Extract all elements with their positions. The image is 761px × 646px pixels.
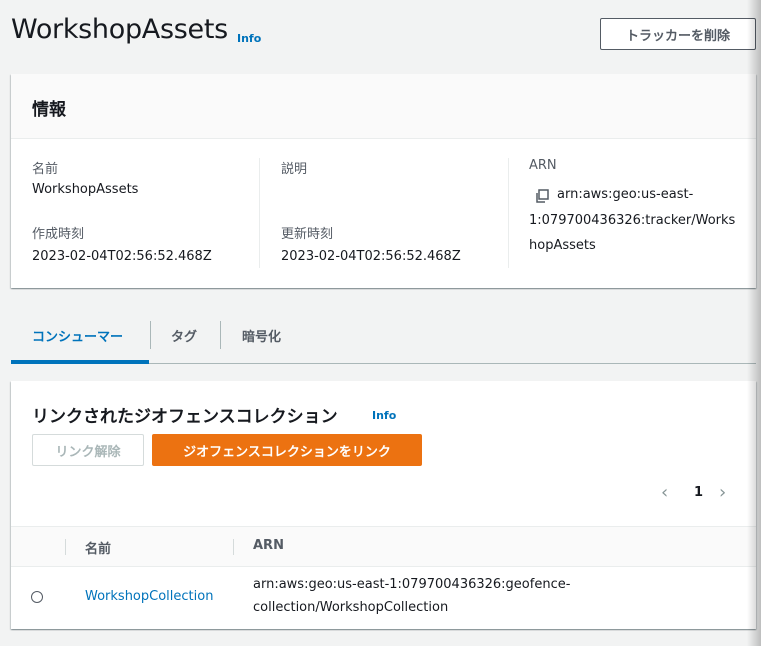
title-info-link[interactable]: Info [237,32,261,45]
column-separator [233,539,234,555]
tab-separator [150,321,151,349]
collection-name-link[interactable]: WorkshopCollection [85,589,213,604]
info-panel: 情報 名前 WorkshopAssets 作成時刻 2023-02-04T02:… [11,74,756,288]
name-value: WorkshopAssets [32,182,139,197]
pagination-page[interactable]: 1 [694,485,703,500]
tab-encryption[interactable]: 暗号化 [242,326,281,345]
link-collection-button[interactable]: ジオフェンスコレクションをリンク [152,434,422,466]
column-header-arn[interactable]: ARN [253,538,284,553]
copy-icon[interactable] [534,188,550,204]
section-title: リンクされたジオフェンスコレクション [32,407,338,427]
linked-collections-panel: リンクされたジオフェンスコレクション Info リンク解除 ジオフェンスコレクシ… [11,381,756,629]
column-separator [65,539,66,555]
page-title: WorkshopAssets [11,14,228,45]
table-header: 名前 ARN [11,526,756,567]
arn-label: ARN [529,158,557,173]
created-label: 作成時刻 [32,227,85,242]
column-divider [259,158,260,268]
chevron-right-icon[interactable]: › [719,482,726,503]
column-divider [508,158,509,268]
name-label: 名前 [32,162,59,177]
collection-arn-line: collection/WorkshopCollection [253,600,449,615]
collection-arn-line: arn:aws:geo:us-east-1:079700436326:geofe… [253,577,571,592]
radio-icon[interactable] [31,591,43,603]
tab-separator [220,321,221,349]
active-tab-indicator [11,360,149,364]
info-panel-title: 情報 [32,100,66,120]
section-info-link[interactable]: Info [372,409,396,422]
description-label: 説明 [281,162,308,177]
arn-value-line: 1:079700436326:tracker/Works [529,213,736,228]
delete-tracker-button[interactable]: トラッカーを削除 [600,18,756,50]
updated-label: 更新時刻 [281,227,334,242]
updated-value: 2023-02-04T02:56:52.468Z [281,249,461,264]
tab-tags[interactable]: タグ [171,326,197,345]
chevron-left-icon[interactable]: ‹ [661,482,668,503]
arn-value-line: hopAssets [529,238,596,253]
arn-value-line: arn:aws:geo:us-east- [557,187,694,202]
tab-consumers[interactable]: コンシューマー [32,326,123,345]
info-panel-header: 情報 [11,74,756,139]
column-header-name[interactable]: 名前 [85,538,111,557]
created-value: 2023-02-04T02:56:52.468Z [32,249,212,264]
unlink-button[interactable]: リンク解除 [32,434,144,466]
